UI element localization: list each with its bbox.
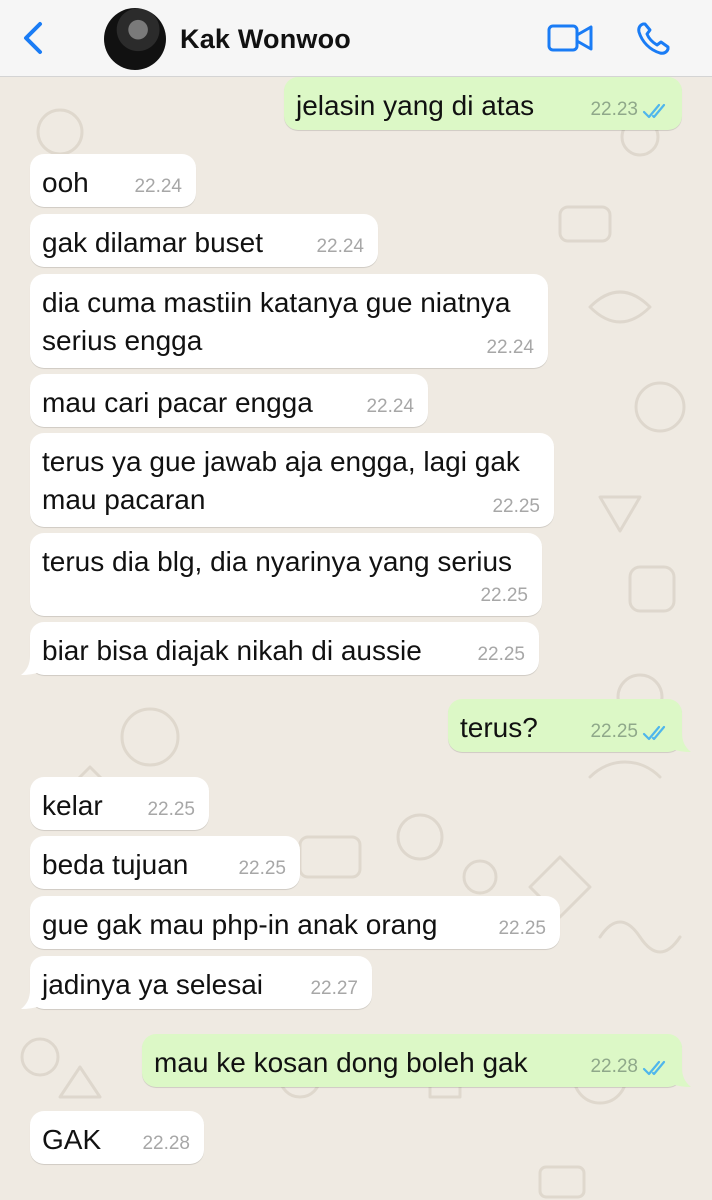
outgoing-message-bubble[interactable]: terus? 22.25 (448, 699, 682, 752)
message-timestamp: 22.25 (492, 496, 540, 517)
incoming-message-bubble[interactable]: mau cari pacar engga 22.24 (30, 374, 428, 427)
message-timestamp: 22.24 (134, 176, 182, 197)
back-chevron-icon[interactable] (16, 20, 52, 56)
message-timestamp: 22.24 (486, 337, 534, 358)
message-timestamp: 22.25 (147, 799, 195, 820)
contact-name[interactable]: Kak Wonwoo (180, 24, 351, 55)
incoming-message-bubble[interactable]: gue gak mau php-in anak orang 22.25 (30, 896, 560, 949)
bubble-tail (21, 990, 42, 1009)
message-timestamp: 22.25 (590, 721, 638, 742)
message-text: gue gak mau php-in anak orang (42, 909, 438, 940)
chat-header: Kak Wonwoo (0, 0, 712, 77)
incoming-message-bubble[interactable]: dia cuma mastiin katanya gue niatnya ser… (30, 274, 548, 368)
message-timestamp: 22.28 (590, 1056, 638, 1077)
message-timestamp: 22.24 (366, 396, 414, 417)
read-receipt-double-check-icon (642, 725, 666, 741)
incoming-message-bubble[interactable]: biar bisa diajak nikah di aussie 22.25 (30, 622, 539, 675)
read-receipt-double-check-icon (642, 1060, 666, 1076)
incoming-message-bubble[interactable]: kelar 22.25 (30, 777, 209, 830)
message-list[interactable]: jelasin yang di atas 22.23 ooh 22.24 gak dil… (0, 77, 712, 1200)
video-call-icon[interactable] (546, 20, 594, 56)
contact-avatar[interactable] (104, 8, 166, 70)
message-timestamp: 22.24 (316, 236, 364, 257)
outgoing-message-bubble[interactable]: mau ke kosan dong boleh gak 22.28 (142, 1034, 682, 1087)
outgoing-message-bubble[interactable]: jelasin yang di atas 22.23 (284, 77, 682, 130)
incoming-message-bubble[interactable]: gak dilamar buset 22.24 (30, 214, 378, 267)
incoming-message-bubble[interactable]: jadinya ya selesai 22.27 (30, 956, 372, 1009)
message-text: terus dia blg, dia nyarinya yang serius (42, 546, 513, 577)
message-text: terus ya gue jawab aja engga, lagi gak m… (42, 446, 520, 515)
message-timestamp: 22.25 (238, 858, 286, 879)
phone-call-icon[interactable] (634, 20, 672, 58)
incoming-message-bubble[interactable]: terus ya gue jawab aja engga, lagi gak m… (30, 433, 554, 527)
message-text: dia cuma mastiin katanya gue niatnya ser… (42, 287, 511, 356)
bubble-tail (670, 1068, 691, 1087)
read-receipt-double-check-icon (642, 103, 666, 119)
message-timestamp: 22.28 (142, 1133, 190, 1154)
message-text: biar bisa diajak nikah di aussie (42, 635, 422, 666)
incoming-message-bubble[interactable]: GAK 22.28 (30, 1111, 204, 1164)
message-timestamp: 22.23 (590, 99, 638, 120)
message-timestamp: 22.25 (480, 585, 528, 606)
message-timestamp: 22.27 (310, 978, 358, 999)
message-text: mau cari pacar engga (42, 387, 313, 418)
incoming-message-bubble[interactable]: ooh 22.24 (30, 154, 196, 207)
bubble-tail (21, 656, 42, 675)
incoming-message-bubble[interactable]: terus dia blg, dia nyarinya yang serius 2… (30, 533, 542, 616)
incoming-message-bubble[interactable]: beda tujuan 22.25 (30, 836, 300, 889)
message-timestamp: 22.25 (477, 644, 525, 665)
bubble-tail (670, 733, 691, 752)
message-timestamp: 22.25 (498, 918, 546, 939)
